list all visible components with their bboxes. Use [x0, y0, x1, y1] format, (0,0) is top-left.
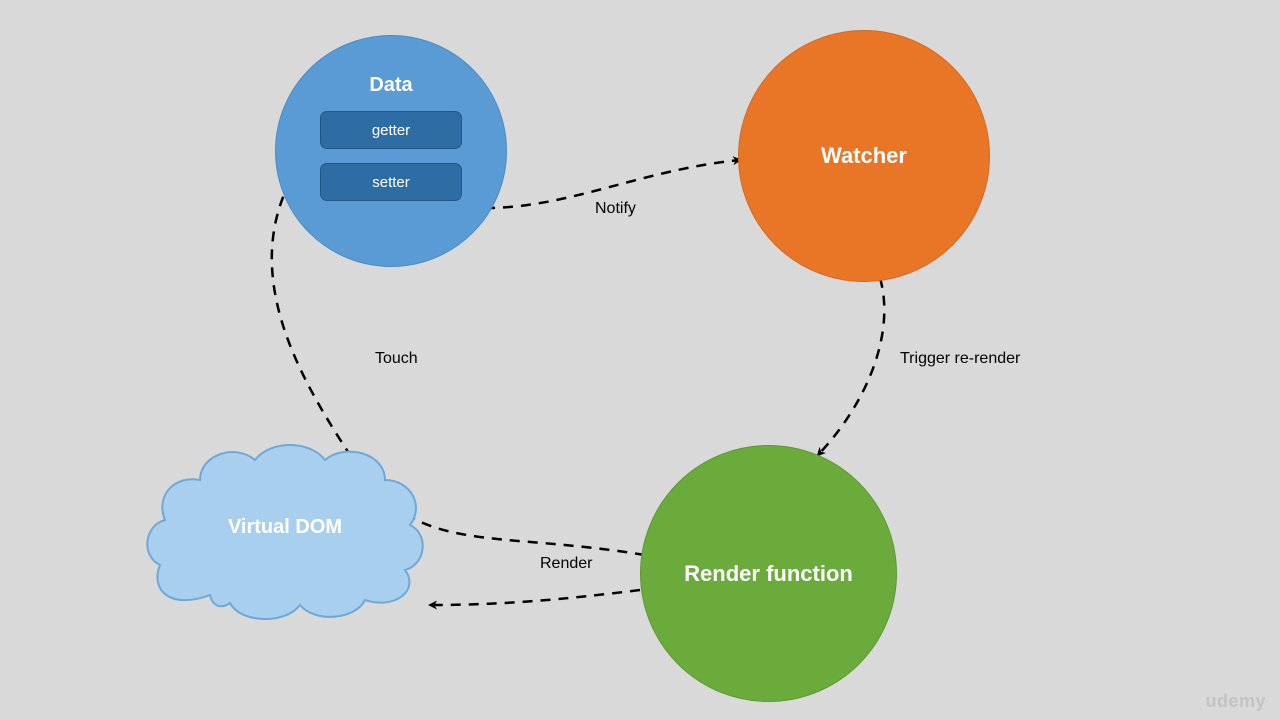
- label-notify: Notify: [595, 200, 636, 218]
- setter-pill: setter: [320, 163, 462, 201]
- node-data: Data getter setter: [275, 35, 507, 267]
- node-vdom-title: Virtual DOM: [140, 425, 430, 630]
- watermark: udemy: [1205, 691, 1266, 712]
- node-data-title: Data: [369, 74, 412, 97]
- diagram-stage: Data getter setter Watcher Render functi…: [0, 0, 1280, 720]
- node-watcher: Watcher: [738, 30, 990, 282]
- label-touch: Touch: [375, 350, 418, 368]
- label-trigger: Trigger re-render: [900, 350, 1020, 368]
- node-render-title: Render function: [684, 561, 853, 587]
- edge-trigger: [818, 278, 884, 455]
- node-watcher-title: Watcher: [821, 143, 907, 169]
- node-vdom: Virtual DOM: [140, 425, 430, 630]
- getter-pill: getter: [320, 111, 462, 149]
- node-render: Render function: [640, 445, 897, 702]
- edge-render: [430, 590, 640, 605]
- label-render: Render: [540, 555, 592, 573]
